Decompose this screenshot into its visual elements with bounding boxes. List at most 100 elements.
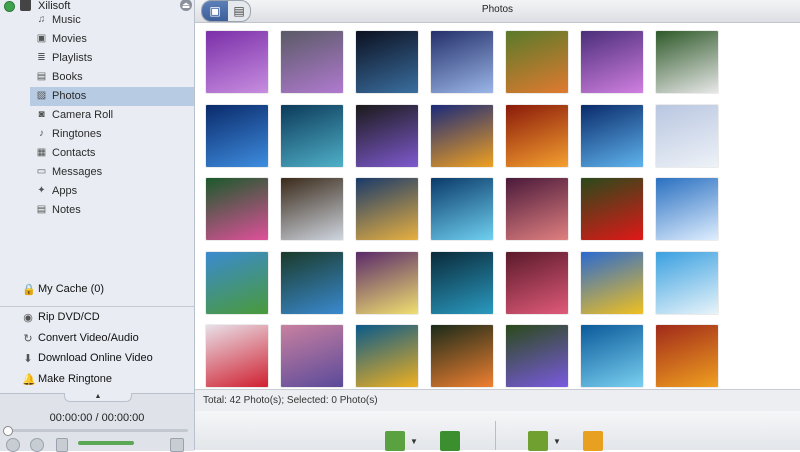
photo-thumbnail[interactable] [206,325,268,387]
sidebar: Xilisoft ⏏ ♫ Music ▣ Movies ≣ Playlists ▤ Books… [0,0,195,452]
sidebar-item-playlists[interactable]: ≣ Playlists [30,49,194,68]
photo-thumbnail[interactable] [431,325,493,387]
sidebar-item-contacts[interactable]: ▦ Contacts [30,144,194,163]
sidebar-item-label: Messages [52,166,103,178]
add-to-device-button[interactable] [385,431,405,451]
photo-thumbnail[interactable] [656,251,718,314]
sidebar-item-photos[interactable]: ▨ Photos [30,87,194,106]
sidebar-item-label: Movies [52,33,87,45]
photo-thumbnail[interactable] [281,31,343,93]
sidebar-item-books[interactable]: ▤ Books [30,68,194,87]
thumbnail-view-icon: ▣ [209,4,221,18]
sidebar-item-label: Music [52,14,81,26]
photo-thumbnail[interactable] [281,251,343,314]
view-toggle: ▣ ▤ [201,0,251,22]
sidebar-item-apps[interactable]: ✦ Apps [30,182,194,201]
sidebar-item-label: Apps [52,185,78,197]
bell-icon: ♪ [39,128,44,139]
photo-thumbnail[interactable] [281,104,343,167]
photo-thumbnail[interactable] [206,31,268,93]
apps-icon: ✦ [37,185,46,196]
sidebar-item-ringtones[interactable]: ♪ Ringtones [30,125,194,144]
film-icon: ▣ [36,33,47,44]
sidebar-item-camera-roll[interactable]: ◙ Camera Roll [30,106,194,125]
photo-thumbnail[interactable] [431,178,493,240]
thumbnail-view-button[interactable]: ▣ [202,1,228,21]
photo-grid [195,23,800,389]
photo-thumbnail[interactable] [506,31,568,93]
bottom-toolbar: ▼ ▼ [195,411,800,451]
photo-thumbnail[interactable] [506,251,568,314]
sidebar-item-label: Photos [52,90,87,102]
sidebar-divider [0,306,194,307]
volume-slider[interactable] [78,441,134,445]
sidebar-item-messages[interactable]: ▭ Messages [30,163,194,182]
status-bar: Total: 42 Photo(s); Selected: 0 Photo(s) [195,389,800,412]
tool-rip-dvd-cd[interactable]: ◉ Rip DVD/CD [0,308,194,328]
sidebar-item-label: Contacts [52,147,96,159]
sidebar-item-label: Playlists [52,52,93,64]
delete-x-button[interactable] [583,431,603,451]
sidebar-item-notes[interactable]: ▤ Notes [30,201,194,220]
export-to-pc-button[interactable] [440,431,460,451]
photo-thumbnail[interactable] [281,178,343,240]
my-cache-item[interactable]: 🔒 My Cache (0) [0,280,194,300]
page-title: Photos [481,4,514,15]
photo-thumbnail[interactable] [506,325,568,387]
photo-thumbnail[interactable] [356,251,418,314]
list-view-icon: ▤ [233,4,245,18]
collapse-toggle[interactable]: ▲ [64,393,132,402]
chevron-down-icon[interactable]: ▼ [553,437,561,446]
camera-icon: ◙ [38,109,45,120]
photo-thumbnail[interactable] [581,251,643,314]
photo-thumbnail[interactable] [506,104,568,167]
sidebar-item-movies[interactable]: ▣ Movies [30,30,194,49]
photo-thumbnail[interactable] [356,31,418,93]
eject-icon[interactable]: ⏏ [180,0,192,11]
playback-progress-bar[interactable] [3,426,188,436]
tool-download-online-video[interactable]: ⬇ Download Online Video [0,349,194,369]
tool-label: Rip DVD/CD [38,311,100,323]
tool-convert-video-audio[interactable]: ↻ Convert Video/Audio [0,329,194,349]
top-bar: Photos ▣ ▤ [195,0,800,23]
photo-thumbnail[interactable] [581,31,643,93]
device-icon [20,0,31,11]
photo-thumbnail[interactable] [206,178,268,240]
list-view-button[interactable]: ▤ [228,1,250,21]
time-readout: 00:00:00 / 00:00:00 [49,412,145,424]
connected-status-icon [4,1,15,12]
photo-thumbnail[interactable] [581,325,643,387]
photo-thumbnail[interactable] [206,104,268,167]
photo-thumbnail[interactable] [431,104,493,167]
photo-thumbnail[interactable] [581,104,643,167]
photo-thumbnail[interactable] [506,178,568,240]
playlist-icon: ≣ [37,52,46,63]
sidebar-item-music[interactable]: ♫ Music [30,11,194,30]
toolbar-separator [495,421,496,450]
photo-thumbnail[interactable] [281,325,343,387]
photo-thumbnail[interactable] [656,325,718,387]
photo-thumbnail[interactable] [656,104,718,167]
sidebar-item-label: Ringtones [52,128,102,140]
add-photo-folder-button[interactable] [528,431,548,451]
photo-thumbnail[interactable] [581,178,643,240]
photo-thumbnail[interactable] [206,251,268,314]
photo-thumbnail[interactable] [656,178,718,240]
cache-lock-icon: 🔒 [22,284,36,296]
photo-thumbnail[interactable] [431,31,493,93]
photo-thumbnail[interactable] [356,104,418,167]
photo-thumbnail[interactable] [431,251,493,314]
photo-thumbnail[interactable] [656,31,718,93]
chevron-down-icon[interactable]: ▼ [410,437,418,446]
photo-thumbnail[interactable] [356,325,418,387]
progress-knob[interactable] [3,426,13,436]
notes-icon: ▤ [36,204,47,215]
download-icon: ⬇ [23,353,33,365]
contacts-icon: ▦ [36,147,47,158]
tool-make-ringtone[interactable]: 🔔 Make Ringtone [0,370,194,390]
tool-label: Make Ringtone [38,372,112,385]
photo-thumbnail[interactable] [356,178,418,240]
mini-player: ▲ 00:00:00 / 00:00:00 [0,393,194,452]
status-text: Total: 42 Photo(s); Selected: 0 Photo(s) [203,395,378,406]
convert-icon: ↻ [23,332,33,345]
